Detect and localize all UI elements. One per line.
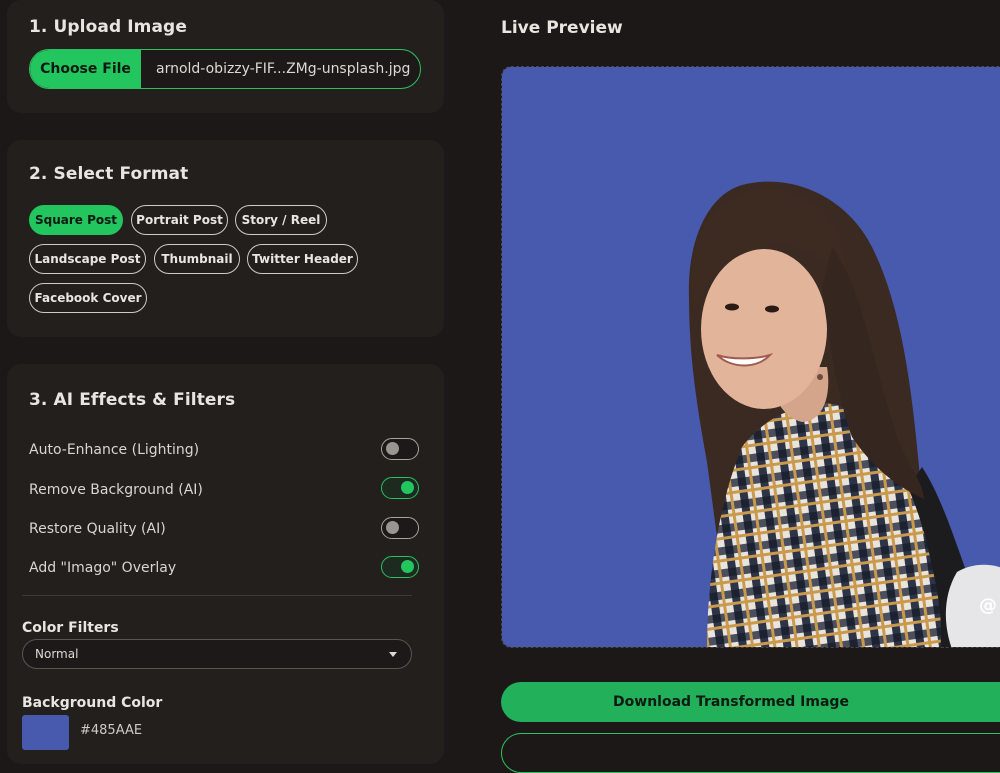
overlay-toggle[interactable] [381,556,419,578]
preview-image [502,67,1000,647]
chip-story-reel[interactable]: Story / Reel [235,205,327,235]
earring [817,374,823,380]
chip-thumbnail[interactable]: Thumbnail [154,244,240,274]
auto-enhance-toggle[interactable] [381,438,419,460]
file-input[interactable]: Choose File arnold-obizzy-FIF...ZMg-unsp… [29,49,421,89]
color-filters-title: Color Filters [22,620,119,636]
toggle-knob [386,521,399,534]
toggle-knob [401,481,414,494]
chip-portrait-post[interactable]: Portrait Post [131,205,228,235]
color-filter-value: Normal [35,647,79,661]
background-color-swatch[interactable] [22,715,69,750]
download-button[interactable]: Download Transformed Image [501,682,1000,722]
right-eye [765,305,779,313]
upload-title: 1. Upload Image [29,17,187,37]
background-color-hex: #485AAE [80,723,143,738]
secondary-action-button[interactable] [501,733,1000,773]
choose-file-button[interactable]: Choose File [30,50,141,88]
live-preview-title: Live Preview [501,18,623,38]
chip-landscape-post[interactable]: Landscape Post [29,244,146,274]
restore-quality-toggle[interactable] [381,517,419,539]
restore-quality-label: Restore Quality (AI) [29,521,166,537]
chevron-down-icon [389,652,397,657]
effects-divider [22,595,412,596]
face [701,249,827,409]
background-color-title: Background Color [22,695,163,711]
left-eye [725,303,739,311]
format-title: 2. Select Format [29,164,189,184]
auto-enhance-label: Auto-Enhance (Lighting) [29,442,200,458]
chip-twitter-header[interactable]: Twitter Header [247,244,358,274]
file-name: arnold-obizzy-FIF...ZMg-unsplash.jpg [156,61,411,77]
overlay-label: Add "Imago" Overlay [29,560,177,576]
live-preview-canvas: @ [501,66,1000,648]
toggle-knob [386,442,399,455]
effects-title: 3. AI Effects & Filters [29,390,236,410]
toggle-knob [401,560,414,573]
upload-card: 1. Upload Image Choose File arnold-obizz… [7,0,444,113]
remove-background-label: Remove Background (AI) [29,482,203,498]
overlay-watermark: @ [979,595,997,616]
chip-square-post[interactable]: Square Post [29,205,123,235]
color-filter-select[interactable]: Normal [22,639,412,669]
chip-facebook-cover[interactable]: Facebook Cover [29,283,147,313]
remove-background-toggle[interactable] [381,477,419,499]
format-card: 2. Select Format Square Post Portrait Po… [7,140,444,337]
